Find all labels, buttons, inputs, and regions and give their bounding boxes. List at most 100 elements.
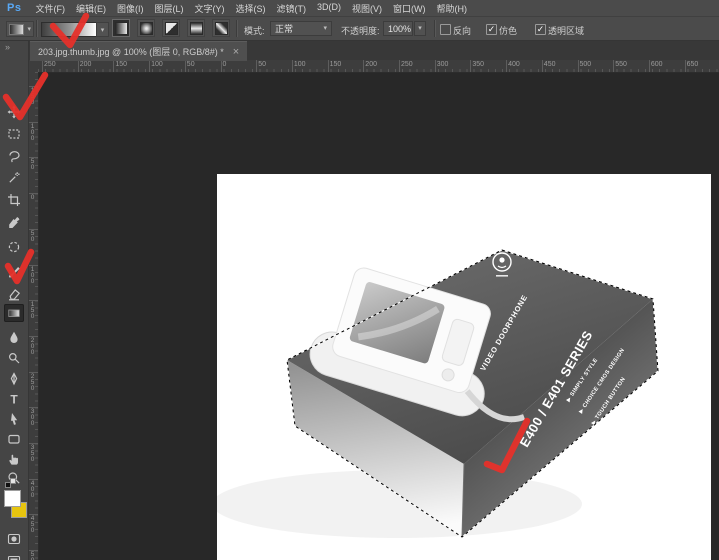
ruler-tick (328, 60, 329, 72)
marquee-tool[interactable] (4, 125, 24, 143)
gradient-preview[interactable] (41, 22, 97, 37)
horizontal-ruler[interactable]: 2502001501005005010015020025030035040045… (38, 60, 719, 73)
blend-mode-select[interactable]: 正常 ▾ (270, 21, 332, 36)
reflected-gradient-button[interactable] (187, 19, 205, 37)
hand-tool[interactable] (4, 450, 24, 468)
foreground-color-swatch[interactable] (4, 490, 21, 507)
quick-mask-button[interactable] (4, 530, 24, 548)
move-tool[interactable] (4, 103, 24, 121)
type-tool[interactable]: T (4, 390, 24, 408)
gradient-picker-arrow[interactable]: ▾ (96, 22, 109, 37)
ruler-label: 50 (258, 61, 266, 68)
healing-tool[interactable] (4, 238, 24, 256)
canvas-area[interactable]: VIDEO DOORPHONE E400 / E401 SERIES ▶ SIM… (28, 72, 719, 560)
ruler-label: 3 0 0 (29, 409, 36, 427)
diamond-gradient-icon (215, 22, 228, 35)
checkbox-label-透明区域: 透明区域 (548, 24, 584, 37)
ruler-label: 1 5 0 (29, 88, 36, 106)
ruler-label: 150 (330, 61, 342, 68)
dodge-tool[interactable] (4, 349, 24, 367)
ruler-label: 5 0 (29, 159, 36, 171)
ruler-label: 2 5 0 (29, 374, 36, 392)
photoshop-logo: Ps (7, 2, 21, 14)
brush-icon (7, 265, 21, 279)
path-select-tool[interactable] (4, 410, 24, 428)
checkbox-label-反向: 反向 (453, 24, 471, 37)
svg-text:T: T (10, 393, 18, 407)
opacity-label: 不透明度: (341, 24, 380, 37)
gradient-tool-icon (9, 24, 24, 35)
diamond-gradient-button[interactable] (212, 19, 230, 37)
ruler-label: 300 (437, 61, 449, 68)
menu-h[interactable]: 帮助(H) (436, 2, 467, 15)
document-tab-bar: 203.jpg.thumb.jpg @ 100% (图层 0, RGB/8#) … (28, 40, 719, 60)
chevron-down-icon: ▾ (323, 25, 327, 32)
crop-icon (7, 193, 21, 207)
menu-v[interactable]: 视图(V) (352, 2, 382, 15)
menu-w[interactable]: 窗口(W) (393, 2, 426, 15)
ruler-label: 550 (615, 61, 627, 68)
tool-preset-picker[interactable]: ▾ (6, 21, 34, 37)
gradient-tool[interactable] (4, 304, 24, 322)
blur-tool[interactable] (4, 328, 24, 346)
menu-3dd[interactable]: 3D(D) (317, 2, 341, 15)
gradient-icon (7, 306, 21, 320)
quick-mask-icon (7, 532, 21, 546)
menu-e[interactable]: 编辑(E) (76, 2, 106, 15)
ruler-tick (542, 60, 543, 72)
checkbox-仿色[interactable]: ✓ (486, 24, 497, 35)
magic-wand-icon (7, 171, 21, 185)
document-title: 203.jpg.thumb.jpg @ 100% (图层 0, RGB/8#) … (38, 45, 224, 58)
angle-gradient-button[interactable] (162, 19, 180, 37)
ruler-tick (113, 60, 114, 72)
ruler-tick (685, 60, 686, 72)
menu-s[interactable]: 选择(S) (235, 2, 265, 15)
brush-tool[interactable] (4, 263, 24, 281)
swap-colors-icon[interactable] (10, 478, 16, 484)
close-tab-icon[interactable]: × (233, 47, 239, 57)
shape-tool[interactable] (4, 430, 24, 448)
divider (434, 20, 436, 37)
crop-tool[interactable] (4, 191, 24, 209)
lasso-tool[interactable] (4, 147, 24, 165)
menu-list: 文件(F) 编辑(E) 图像(I) 图层(L) 文字(Y) 选择(S) 滤镜(T) 3D(D)… (35, 2, 478, 15)
radial-gradient-button[interactable] (137, 19, 155, 37)
linear-gradient-icon (115, 22, 128, 35)
menu-t[interactable]: 滤镜(T) (276, 2, 306, 15)
menu-l[interactable]: 图层(L) (154, 2, 183, 15)
ruler-label: 2 0 0 (29, 338, 36, 356)
hand-icon (7, 452, 21, 466)
ruler-label: 100 (294, 61, 306, 68)
ruler-tick (613, 60, 614, 72)
opacity-input[interactable]: 100% (383, 21, 413, 36)
ruler-label: 250 (401, 61, 413, 68)
ruler-label: 1 0 0 (29, 267, 36, 285)
menu-i[interactable]: 图像(I) (117, 2, 144, 15)
checkbox-透明区域[interactable]: ✓ (535, 24, 546, 35)
eyedropper-tool[interactable] (4, 214, 24, 232)
document-tab[interactable]: 203.jpg.thumb.jpg @ 100% (图层 0, RGB/8#) … (30, 41, 247, 61)
eraser-tool[interactable] (4, 285, 24, 303)
opacity-dropdown-arrow[interactable]: ▾ (414, 21, 426, 36)
checkbox-label-仿色: 仿色 (499, 24, 517, 37)
collapse-panel-button[interactable]: » (5, 42, 10, 52)
ruler-label: 4 0 0 (29, 481, 36, 499)
ruler-tick (506, 60, 507, 72)
linear-gradient-button[interactable] (112, 19, 130, 37)
ruler-label: 200 (80, 61, 92, 68)
menu-y[interactable]: 文字(Y) (194, 2, 224, 15)
magic-wand-tool[interactable] (4, 169, 24, 187)
ruler-label: 600 (651, 61, 663, 68)
ruler-label: 150 (115, 61, 127, 68)
divider (36, 20, 38, 37)
checkbox-反向[interactable] (440, 24, 451, 35)
ruler-tick (149, 60, 150, 72)
pen-tool[interactable] (4, 370, 24, 388)
ruler-label: 100 (151, 61, 163, 68)
vertical-ruler[interactable]: 1 5 01 0 05 005 01 0 01 5 02 0 02 5 03 0… (28, 72, 39, 560)
menu-bar: Ps 文件(F) 编辑(E) 图像(I) 图层(L) 文字(Y) 选择(S) 滤镜(T) 3D… (0, 0, 719, 17)
menu-f[interactable]: 文件(F) (35, 2, 65, 15)
ruler-tick (221, 60, 222, 72)
screen-mode-button[interactable] (4, 552, 24, 560)
document-image[interactable]: VIDEO DOORPHONE E400 / E401 SERIES ▶ SIM… (217, 174, 711, 560)
